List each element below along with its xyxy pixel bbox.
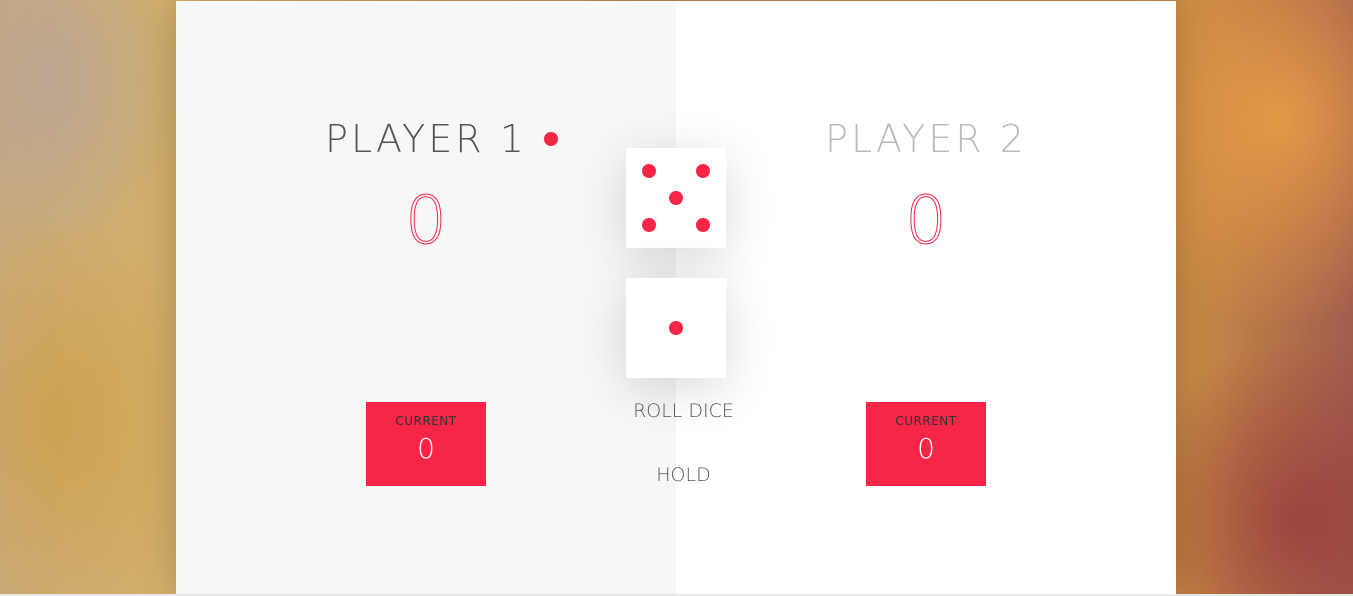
player-2-current-value: 0	[917, 432, 935, 465]
player-2-score: 0	[676, 182, 1176, 259]
player-1-current-box: CURRENT 0	[366, 402, 486, 486]
hold-button[interactable]: HOLD	[576, 463, 791, 487]
player-2-current-label: CURRENT	[895, 414, 957, 428]
player-2-score-value: 0	[905, 182, 948, 259]
dice-1	[626, 148, 726, 248]
dice-pip	[669, 321, 683, 335]
dice-pip	[642, 218, 656, 232]
player-2-panel: PLAYER 2 0 CURRENT 0	[676, 1, 1176, 595]
dice-pip	[642, 164, 656, 178]
dice-2	[626, 278, 726, 378]
active-player-indicator	[544, 132, 558, 146]
game-board: PLAYER 1 0 CURRENT 0 PLAYER 2 0 CURRENT …	[176, 1, 1176, 595]
dice-pip	[696, 218, 710, 232]
player-1-panel: PLAYER 1 0 CURRENT 0	[176, 1, 676, 595]
player-2-current-box: CURRENT 0	[866, 402, 986, 486]
player-2-name: PLAYER 2	[825, 117, 1027, 161]
player-1-current-value: 0	[417, 432, 435, 465]
player-1-score-value: 0	[405, 182, 448, 259]
dice-pip	[696, 164, 710, 178]
dice-pip	[669, 191, 683, 205]
player-1-current-label: CURRENT	[395, 414, 457, 428]
roll-dice-button[interactable]: ROLL DICE	[576, 399, 791, 423]
player-1-name: PLAYER 1	[325, 117, 527, 161]
player-1-score: 0	[176, 182, 676, 259]
